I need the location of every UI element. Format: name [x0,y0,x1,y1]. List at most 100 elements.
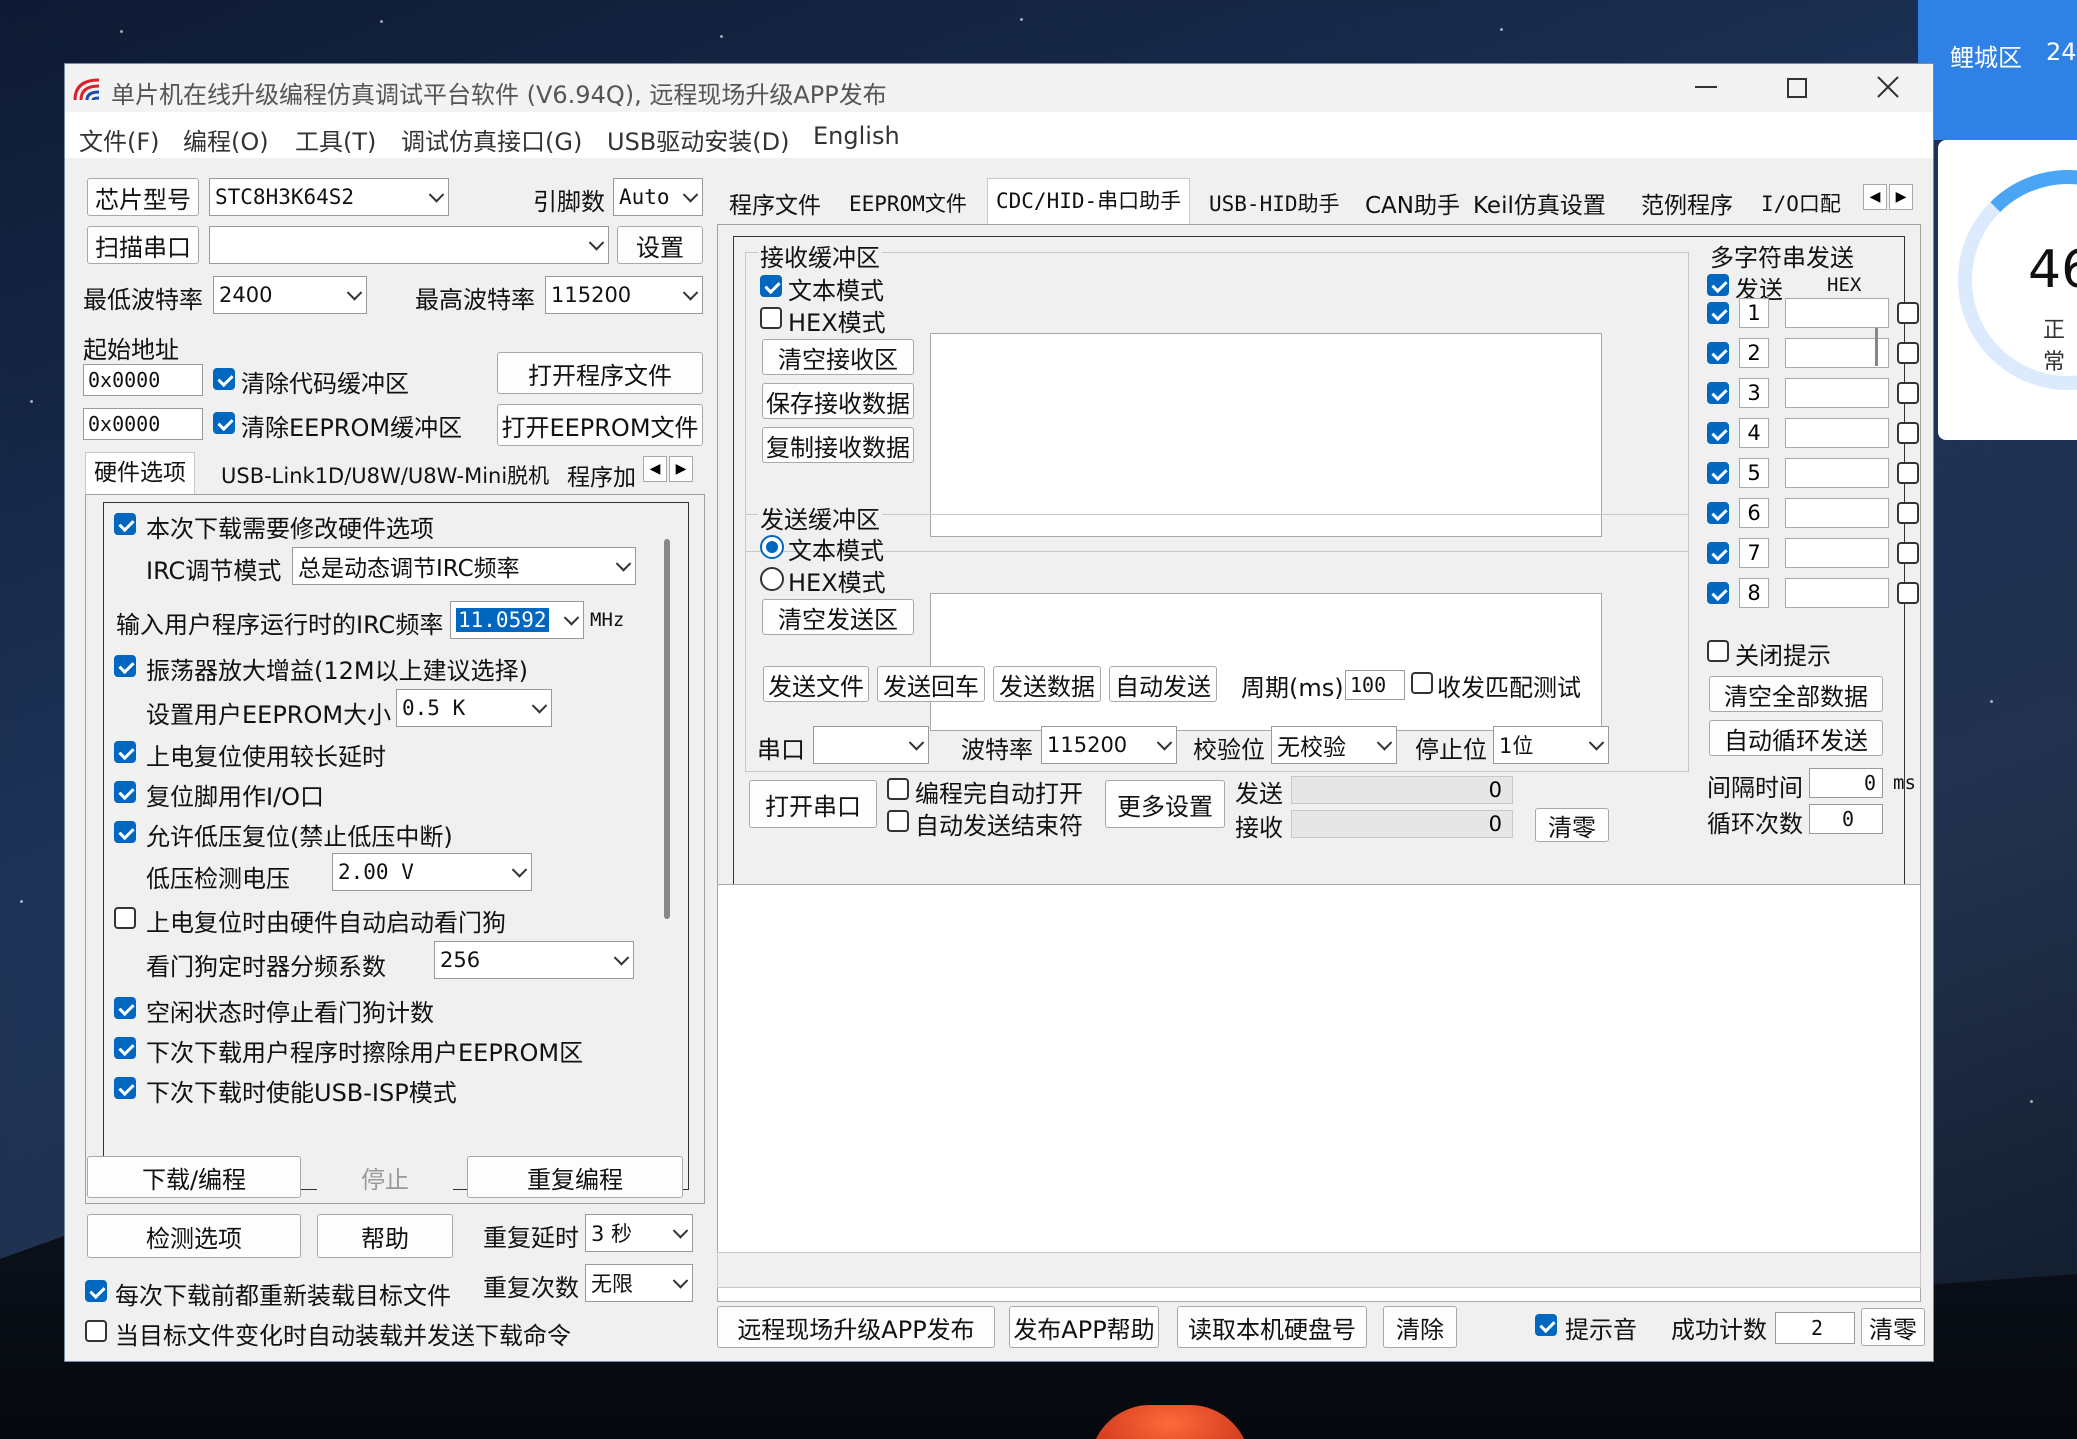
send-text-mode-radio[interactable] [760,535,784,559]
irc-mode-select[interactable]: 总是动态调节IRC频率 [292,547,636,585]
menu-tools[interactable]: 工具(T) [295,122,376,157]
serial-port-select[interactable] [813,726,929,764]
save-recv-button[interactable]: 保存接收数据 [762,383,914,419]
close-tip-checkbox[interactable] [1707,640,1729,662]
more-settings-button[interactable]: 更多设置 [1105,780,1225,828]
help-button[interactable]: 帮助 [317,1214,453,1258]
menu-usb-driver[interactable]: USB驱动安装(D) [607,122,789,157]
reload-target-checkbox[interactable] [85,1280,107,1302]
remote-upgrade-button[interactable]: 远程现场升级APP发布 [717,1306,995,1348]
tab-examples[interactable]: 范例程序 [1641,186,1733,220]
tab-scroll-left-button[interactable]: ◀ [643,456,667,482]
min-baud-select[interactable]: 2400 [213,276,367,314]
repeat-delay-select[interactable]: 3 秒 [585,1214,693,1252]
multi-row-input[interactable] [1785,298,1889,328]
download-program-button[interactable]: 下载/编程 [87,1156,301,1198]
output-log-area[interactable] [717,884,1921,1302]
copy-recv-button[interactable]: 复制接收数据 [762,427,914,463]
opt-long-delay-checkbox[interactable] [114,741,136,763]
multi-row-hex-checkbox[interactable] [1897,542,1919,564]
clear-eeprom-checkbox[interactable] [213,412,235,434]
opt-lvr-checkbox[interactable] [114,821,136,843]
multi-row-number[interactable]: 3 [1739,378,1769,408]
multi-row-input[interactable] [1785,338,1889,368]
loop-count-input[interactable]: 0 [1809,804,1883,834]
clear-send-button[interactable]: 清空发送区 [762,599,914,635]
scan-port-button[interactable]: 扫描串口 [87,226,199,264]
multi-row-send-checkbox[interactable] [1707,342,1729,364]
eeprom-size-select[interactable]: 0.5 K [396,689,552,727]
multi-row-send-checkbox[interactable] [1707,382,1729,404]
multi-row-input[interactable] [1785,538,1889,568]
menu-debug[interactable]: 调试仿真接口(G) [401,122,582,157]
recv-text-mode-checkbox[interactable] [760,275,782,297]
multi-row-send-checkbox[interactable] [1707,582,1729,604]
clear-output-button[interactable]: 清除 [1383,1306,1457,1348]
clear-all-data-button[interactable]: 清空全部数据 [1709,676,1883,712]
opt-wdt-auto-checkbox[interactable] [114,907,136,929]
multi-row-hex-checkbox[interactable] [1897,302,1919,324]
multi-row-number[interactable]: 8 [1739,578,1769,608]
tab-usb-hid[interactable]: USB-HID助手 [1209,188,1340,218]
multi-row-input[interactable] [1785,418,1889,448]
tab-eeprom-file[interactable]: EEPROM文件 [849,188,967,218]
low-voltage-select[interactable]: 2.00 V [332,853,532,891]
tab-can[interactable]: CAN助手 [1365,186,1460,220]
menu-file[interactable]: 文件(F) [79,122,160,157]
weather-widget[interactable]: 鲤城区 24 [1918,0,2077,140]
wdt-div-select[interactable]: 256 [434,941,634,979]
options-scrollbar[interactable] [664,539,670,919]
tab-serial-assistant[interactable]: CDC/HID-串口助手 [987,178,1191,224]
open-eeprom-file-button[interactable]: 打开EEPROM文件 [497,404,703,446]
multi-row-number[interactable]: 5 [1739,458,1769,488]
opt-osc-gain-checkbox[interactable] [114,655,136,677]
chip-model-button[interactable]: 芯片型号 [87,178,199,216]
baud-select[interactable]: 115200 [1041,726,1177,764]
multi-row-number[interactable]: 7 [1739,538,1769,568]
auto-end-checkbox[interactable] [887,810,909,832]
opt-reset-io-checkbox[interactable] [114,781,136,803]
sound-checkbox[interactable] [1535,1314,1557,1336]
port-select[interactable] [209,226,609,264]
open-program-file-button[interactable]: 打开程序文件 [497,352,703,394]
multi-row-number[interactable]: 1 [1739,298,1769,328]
multi-row-send-checkbox[interactable] [1707,542,1729,564]
air-quality-widget[interactable]: 46 正常 [1938,140,2077,440]
publish-help-button[interactable]: 发布APP帮助 [1009,1306,1159,1348]
check-options-button[interactable]: 检测选项 [87,1214,301,1258]
chip-model-select[interactable]: STC8H3K64S2 [209,178,449,216]
auto-open-checkbox[interactable] [887,778,909,800]
multi-row-number[interactable]: 6 [1739,498,1769,528]
multi-row-send-checkbox[interactable] [1707,422,1729,444]
period-input[interactable]: 100 [1345,670,1405,700]
clear-recv-button[interactable]: 清空接收区 [762,339,914,375]
success-count-input[interactable]: 2 [1775,1312,1855,1344]
stop-button[interactable]: 停止 [317,1156,453,1198]
multi-row-number[interactable]: 2 [1739,338,1769,368]
menu-english[interactable]: English [813,122,900,150]
send-data-button[interactable]: 发送数据 [993,666,1101,702]
pin-count-select[interactable]: Auto [613,178,703,216]
minimize-button[interactable] [1695,86,1717,88]
multi-send-checkbox[interactable] [1707,274,1729,296]
multi-row-input[interactable] [1785,578,1889,608]
irc-freq-select[interactable]: 11.0592 [450,601,584,639]
maximize-button[interactable] [1787,78,1807,98]
right-tab-scroll-left-button[interactable]: ◀ [1863,184,1887,210]
opt-idle-wdt-checkbox[interactable] [114,997,136,1019]
opt-erase-eeprom-checkbox[interactable] [114,1037,136,1059]
send-textarea[interactable] [930,593,1602,731]
tab-io-config[interactable]: I/O口配 [1761,188,1841,218]
multi-row-send-checkbox[interactable] [1707,302,1729,324]
parity-select[interactable]: 无校验 [1271,726,1397,764]
read-disk-id-button[interactable]: 读取本机硬盘号 [1177,1306,1367,1348]
multi-row-send-checkbox[interactable] [1707,462,1729,484]
menu-program[interactable]: 编程(O) [183,122,269,157]
clear-count-button[interactable]: 清零 [1535,808,1609,842]
recv-hex-mode-checkbox[interactable] [760,307,782,329]
multi-row-input[interactable] [1785,498,1889,528]
repeat-count-select[interactable]: 无限 [585,1264,693,1302]
tab-program-encrypt[interactable]: 程序加 [567,458,636,492]
open-serial-button[interactable]: 打开串口 [749,780,877,828]
repeat-program-button[interactable]: 重复编程 [467,1156,683,1198]
